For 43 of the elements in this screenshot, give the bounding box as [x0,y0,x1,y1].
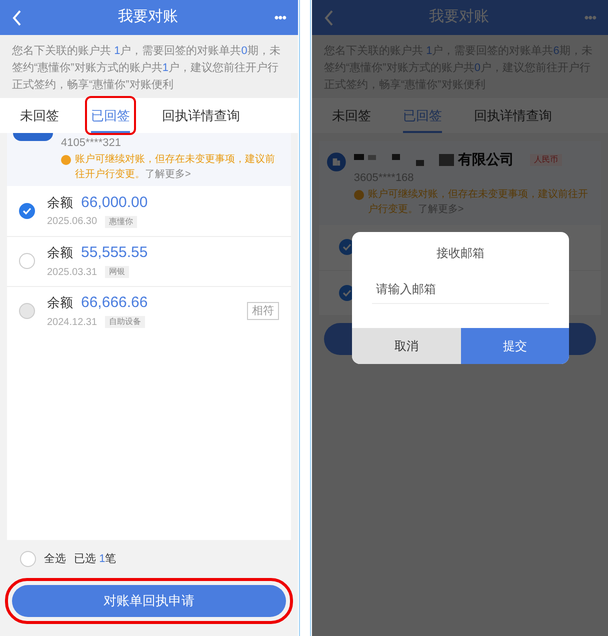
channel-tag: 网银 [105,266,130,278]
balance-amount: 66,000.00 [81,192,148,213]
cancel-button[interactable]: 取消 [352,328,460,364]
confirm-button[interactable]: 提交 [460,328,569,364]
tab[interactable]: 已回签 [87,98,134,133]
learn-more-link[interactable]: 了解更多> [145,168,191,180]
warning-icon [354,190,364,200]
account-number: 4105****321 [61,136,122,151]
tab[interactable]: 未回签 [16,98,63,133]
select-all-label: 全选 [44,552,66,567]
balance-amount: 55,555.55 [81,243,148,264]
statement-date: 2025.06.30 [47,215,98,230]
match-badge: 相符 [247,302,279,320]
statement-date: 2025.03.31 [47,266,98,280]
more-button[interactable]: ••• [274,8,286,28]
back-icon[interactable] [324,10,334,26]
checkbox[interactable] [19,202,35,218]
tab[interactable]: 已回签 [399,98,446,133]
email-field[interactable]: 请输入邮箱 [372,274,549,304]
tab[interactable]: 回执详情查询 [470,98,556,133]
tab[interactable]: 未回签 [328,98,375,133]
tab[interactable]: 回执详情查询 [158,98,244,133]
channel-tag: 惠懂你 [105,216,138,228]
checkbox[interactable] [19,253,35,269]
notice-text: 您名下关联的账户共 1户，需要回签的对账单共0期，未签约“惠懂你”对账方式的账户共1户，建议您前往开户行正式签约，畅享“惠懂你”对账便利 [12,44,282,93]
selected-count: 已选 1笔 [74,552,116,567]
currency-tag: 人民币 [530,154,562,166]
dialog-title: 接收邮箱 [436,245,486,262]
channel-tag: 自助设备 [105,316,146,328]
statement-date: 2024.12.31 [47,316,98,330]
warning-text: 账户可继续对账，但存在未变更事项，建议前往开户行变更。了解更多> [75,152,276,182]
balance-label: 余额 [47,194,73,212]
balance-label: 余额 [47,294,73,312]
more-button[interactable]: ••• [584,8,596,28]
checkbox[interactable] [20,551,36,567]
balance-label: 余额 [47,244,73,262]
page-title: 我要对账 [118,7,178,28]
back-icon[interactable] [12,10,22,26]
balance-amount: 66,666.66 [81,293,148,314]
submit-button[interactable]: 对账单回执申请 [12,585,286,617]
warning-icon [61,154,71,164]
company-name: 有限公司 [458,150,514,169]
page-title: 我要对账 [429,7,490,28]
